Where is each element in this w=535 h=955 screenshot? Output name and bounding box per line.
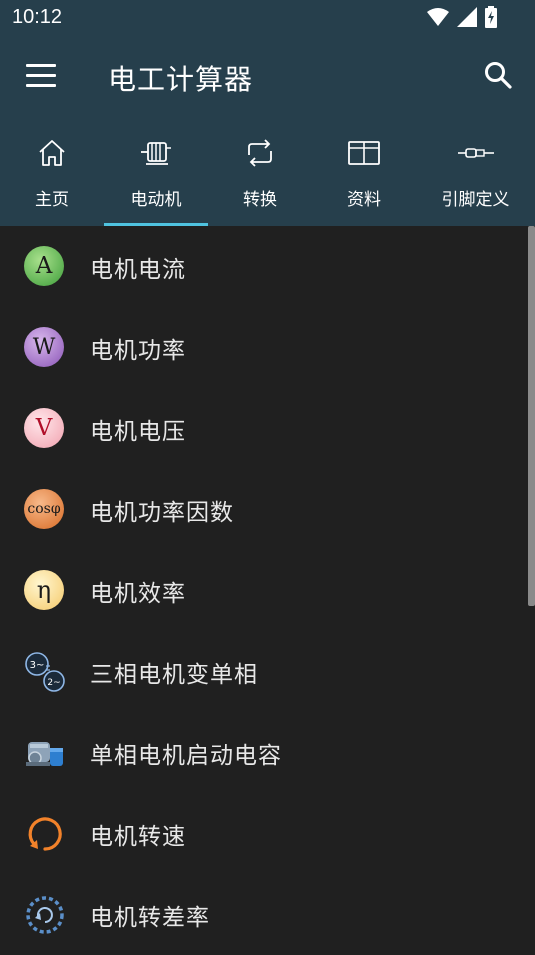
motor-capacitor-icon <box>24 732 64 772</box>
tab-label: 主页 <box>35 190 69 210</box>
tab-label: 电动机 <box>130 190 182 210</box>
search-button[interactable] <box>483 60 513 90</box>
item-label: 电机效率 <box>90 581 186 607</box>
connector-icon <box>457 148 494 158</box>
slip-rate-icon <box>24 894 64 934</box>
status-time: 10:12 <box>12 6 63 28</box>
menu-icon-bar <box>26 74 56 77</box>
list-item-power-factor[interactable]: cosφ 电机功率因数 <box>0 469 535 550</box>
phase-convert-graphic: 3~ 2~ <box>25 652 65 692</box>
badge-text: cosφ <box>27 501 61 517</box>
phase-convert-icon: 3~ 2~ <box>24 651 65 692</box>
tab-pinout[interactable]: 引脚定义 <box>416 130 535 226</box>
item-label: 电机电流 <box>90 257 186 283</box>
item-label: 电机转差率 <box>90 905 210 931</box>
item-label: 电机功率因数 <box>90 500 234 526</box>
item-label: 单相电机启动电容 <box>90 743 282 769</box>
home-icon <box>39 140 65 166</box>
menu-button[interactable] <box>26 64 56 88</box>
scrollbar[interactable] <box>528 226 535 606</box>
menu-icon-bar <box>26 84 56 87</box>
motor-capacitor-graphic <box>26 742 63 766</box>
page-title: 电工计算器 <box>108 63 254 96</box>
tab-home[interactable]: 主页 <box>0 130 104 226</box>
search-icon <box>485 62 512 89</box>
toolbar: 电工计算器 <box>0 36 535 120</box>
item-label: 电机电压 <box>90 419 186 445</box>
book-icon <box>348 141 380 165</box>
motor-icon <box>141 142 171 165</box>
tab-data[interactable]: 资料 <box>312 130 416 226</box>
voltmeter-icon: V <box>24 408 64 448</box>
tab-label: 转换 <box>243 190 277 210</box>
tab-label: 资料 <box>347 190 381 210</box>
item-label: 三相电机变单相 <box>90 662 258 688</box>
list-item-starting-capacitor[interactable]: 单相电机启动电容 <box>0 712 535 793</box>
list-item-motor-speed[interactable]: 电机转速 <box>0 793 535 874</box>
slip-rate-graphic <box>26 896 64 934</box>
rotation-speed-icon <box>24 813 64 853</box>
status-icons <box>427 6 497 28</box>
tab-bar: 主页 电动机 转换 资料 引脚定义 <box>0 130 535 226</box>
badge-text: A <box>35 253 53 279</box>
menu-icon <box>26 64 56 67</box>
list-item-motor-power[interactable]: W 电机功率 <box>0 307 535 388</box>
power-factor-icon: cosφ <box>24 489 64 529</box>
badge-text: V <box>35 415 53 441</box>
item-label: 电机功率 <box>90 338 186 364</box>
list-item-three-to-single-phase[interactable]: 3~ 2~ 三相电机变单相 <box>0 631 535 712</box>
list-item-motor-voltage[interactable]: V 电机电压 <box>0 388 535 469</box>
tab-label: 引脚定义 <box>441 190 510 210</box>
battery-icon <box>485 6 497 28</box>
app-bar: 10:12 电工计算器 主页 电动机 转换 资料 引脚定义 <box>0 0 535 226</box>
badge-text: W <box>32 334 56 360</box>
signal-icon <box>457 7 477 27</box>
rotation-speed-graphic <box>28 817 62 851</box>
status-bar: 10:12 <box>0 0 535 36</box>
badge-three-phase: 3~ <box>30 660 45 671</box>
list-item-motor-efficiency[interactable]: η 电机效率 <box>0 550 535 631</box>
tab-convert[interactable]: 转换 <box>208 130 312 226</box>
item-label: 电机转速 <box>90 824 186 850</box>
ammeter-icon: A <box>24 246 64 286</box>
motor-calc-list: A 电机电流 W 电机功率 V 电机电压 cosφ 电机功率因数 η 电机效率 … <box>0 226 535 951</box>
list-item-motor-current[interactable]: A 电机电流 <box>0 226 535 307</box>
wifi-icon <box>427 8 449 26</box>
list-item-slip-rate[interactable]: 电机转差率 <box>0 874 535 955</box>
tab-motor[interactable]: 电动机 <box>104 130 208 226</box>
repeat-icon <box>248 139 272 167</box>
badge-two-phase: 2~ <box>47 678 60 688</box>
efficiency-icon: η <box>24 570 64 610</box>
wattmeter-icon: W <box>24 327 64 367</box>
badge-text: η <box>36 576 52 604</box>
